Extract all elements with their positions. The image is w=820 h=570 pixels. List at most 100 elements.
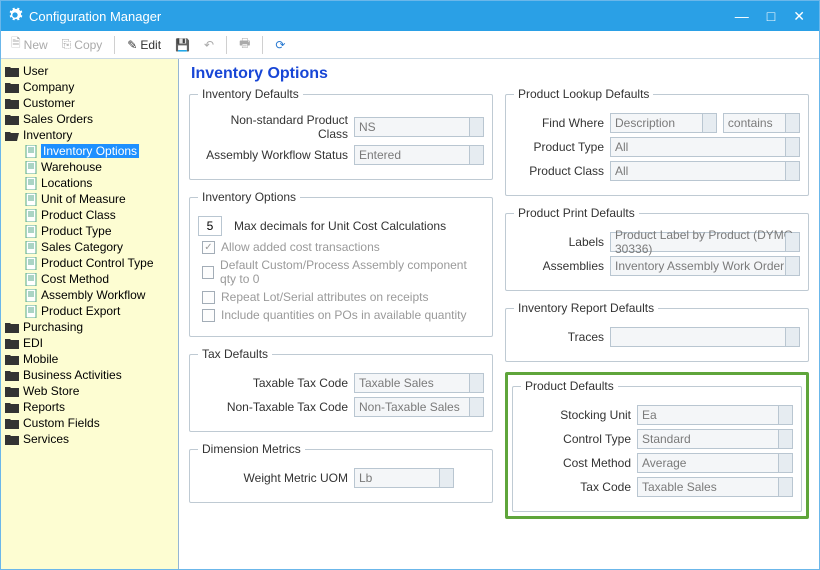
folder-icon [5,354,19,365]
gear-icon [7,7,23,26]
checkbox-icon [202,266,214,279]
nav-edi[interactable]: EDI [3,335,176,351]
nav-user[interactable]: User [3,63,176,79]
nav-cost-method[interactable]: Cost Method [3,271,176,287]
chevron-down-icon [469,374,483,392]
cost-method-label: Cost Method [521,456,631,470]
stocking-unit-select[interactable]: Ea [637,405,793,425]
tax-code-label: Tax Code [521,480,631,494]
chevron-down-icon [778,454,792,472]
default-qty0-checkbox[interactable]: Default Custom/Process Assembly componen… [202,258,484,286]
max-decimals-label: Max decimals for Unit Cost Calculations [234,219,446,233]
lookup-defaults-group: Product Lookup Defaults Find Where Descr… [505,87,809,196]
nav-sales-orders[interactable]: Sales Orders [3,111,176,127]
titlebar: Configuration Manager — □ ✕ [1,1,819,31]
nav-purchasing[interactable]: Purchasing [3,319,176,335]
close-button[interactable]: ✕ [793,8,805,25]
checkbox-icon: ✓ [202,241,215,254]
product-class-select[interactable]: All [610,161,800,181]
nav-custom-fields[interactable]: Custom Fields [3,415,176,431]
weight-uom-select[interactable]: Lb [354,468,454,488]
nav-assembly-workflow[interactable]: Assembly Workflow [3,287,176,303]
app-window: Configuration Manager — □ ✕ 🗎 New ⎘ Copy… [0,0,820,570]
chevron-down-icon [469,146,483,164]
copy-icon: ⎘ [62,37,72,52]
folder-icon [5,114,19,125]
folder-icon [5,82,19,93]
doc-icon [25,305,37,318]
chevron-down-icon [785,162,799,180]
control-type-select[interactable]: Standard [637,429,793,449]
nonstd-select[interactable]: NS [354,117,484,137]
new-icon: 🗎 [11,34,21,55]
save-icon: 💾 [175,38,190,52]
doc-icon [25,177,37,190]
refresh-button[interactable]: ⟳ [271,36,289,54]
print-icon: 🖶 [239,34,250,55]
include-po-checkbox[interactable]: Include quantities on POs in available q… [202,308,484,322]
nav-business-activities[interactable]: Business Activities [3,367,176,383]
separator [114,36,115,54]
nav-control-type[interactable]: Product Control Type [3,255,176,271]
nav-inventory[interactable]: Inventory [3,127,176,143]
chevron-down-icon [785,257,799,275]
product-defaults-highlight: Product Defaults Stocking Unit Ea Contro… [505,372,809,519]
product-class-label: Product Class [514,164,604,178]
nav-product-type[interactable]: Product Type [3,223,176,239]
nav-uom[interactable]: Unit of Measure [3,191,176,207]
print-defaults-group: Product Print Defaults Labels Product La… [505,206,809,291]
nav-locations[interactable]: Locations [3,175,176,191]
traces-select[interactable] [610,327,800,347]
assembly-status-select[interactable]: Entered [354,145,484,165]
nav-mobile[interactable]: Mobile [3,351,176,367]
nav-warehouse[interactable]: Warehouse [3,159,176,175]
nav-tree[interactable]: User Company Customer Sales Orders Inven… [1,59,179,569]
folder-icon [5,338,19,349]
print-button[interactable]: 🖶 [235,32,254,57]
max-decimals-input[interactable]: 5 [198,216,222,236]
assemblies-label: Assemblies [514,259,604,273]
save-button[interactable]: 💾 [171,36,194,54]
doc-icon [25,289,37,302]
nav-services[interactable]: Services [3,431,176,447]
minimize-button[interactable]: — [735,8,749,25]
nontaxable-select[interactable]: Non-Taxable Sales [354,397,484,417]
new-button[interactable]: 🗎 New [7,32,52,57]
allow-added-checkbox[interactable]: ✓Allow added cost transactions [202,240,484,254]
maximize-button[interactable]: □ [767,8,775,25]
nav-customer[interactable]: Customer [3,95,176,111]
product-type-select[interactable]: All [610,137,800,157]
nav-sales-category[interactable]: Sales Category [3,239,176,255]
stocking-unit-label: Stocking Unit [521,408,631,422]
folder-icon [5,98,19,109]
separator [226,36,227,54]
repeat-lot-checkbox[interactable]: Repeat Lot/Serial attributes on receipts [202,290,484,304]
page-title: Inventory Options [191,65,809,83]
doc-icon [25,209,37,222]
find-where-field-select[interactable]: Description [610,113,717,133]
find-where-op-select[interactable]: contains [723,113,800,133]
chevron-down-icon [785,328,799,346]
nav-web-store[interactable]: Web Store [3,383,176,399]
folder-icon [5,370,19,381]
nav-product-class[interactable]: Product Class [3,207,176,223]
doc-icon [25,257,37,270]
undo-button[interactable]: ↶ [200,36,218,54]
chevron-down-icon [702,114,716,132]
labels-select[interactable]: Product Label by Product (DYMO 30336) [610,232,800,252]
control-type-label: Control Type [521,432,631,446]
nav-product-export[interactable]: Product Export [3,303,176,319]
labels-label: Labels [514,235,604,249]
copy-button[interactable]: ⎘ Copy [58,35,107,54]
nav-company[interactable]: Company [3,79,176,95]
edit-button[interactable]: ✎ Edit [123,36,165,54]
folder-icon [5,386,19,397]
nav-inventory-options[interactable]: Inventory Options [3,143,176,159]
tax-code-select[interactable]: Taxable Sales [637,477,793,497]
nav-reports[interactable]: Reports [3,399,176,415]
cost-method-select[interactable]: Average [637,453,793,473]
chevron-down-icon [785,114,799,132]
chevron-down-icon [439,469,453,487]
taxable-select[interactable]: Taxable Sales [354,373,484,393]
assemblies-select[interactable]: Inventory Assembly Work Order [610,256,800,276]
